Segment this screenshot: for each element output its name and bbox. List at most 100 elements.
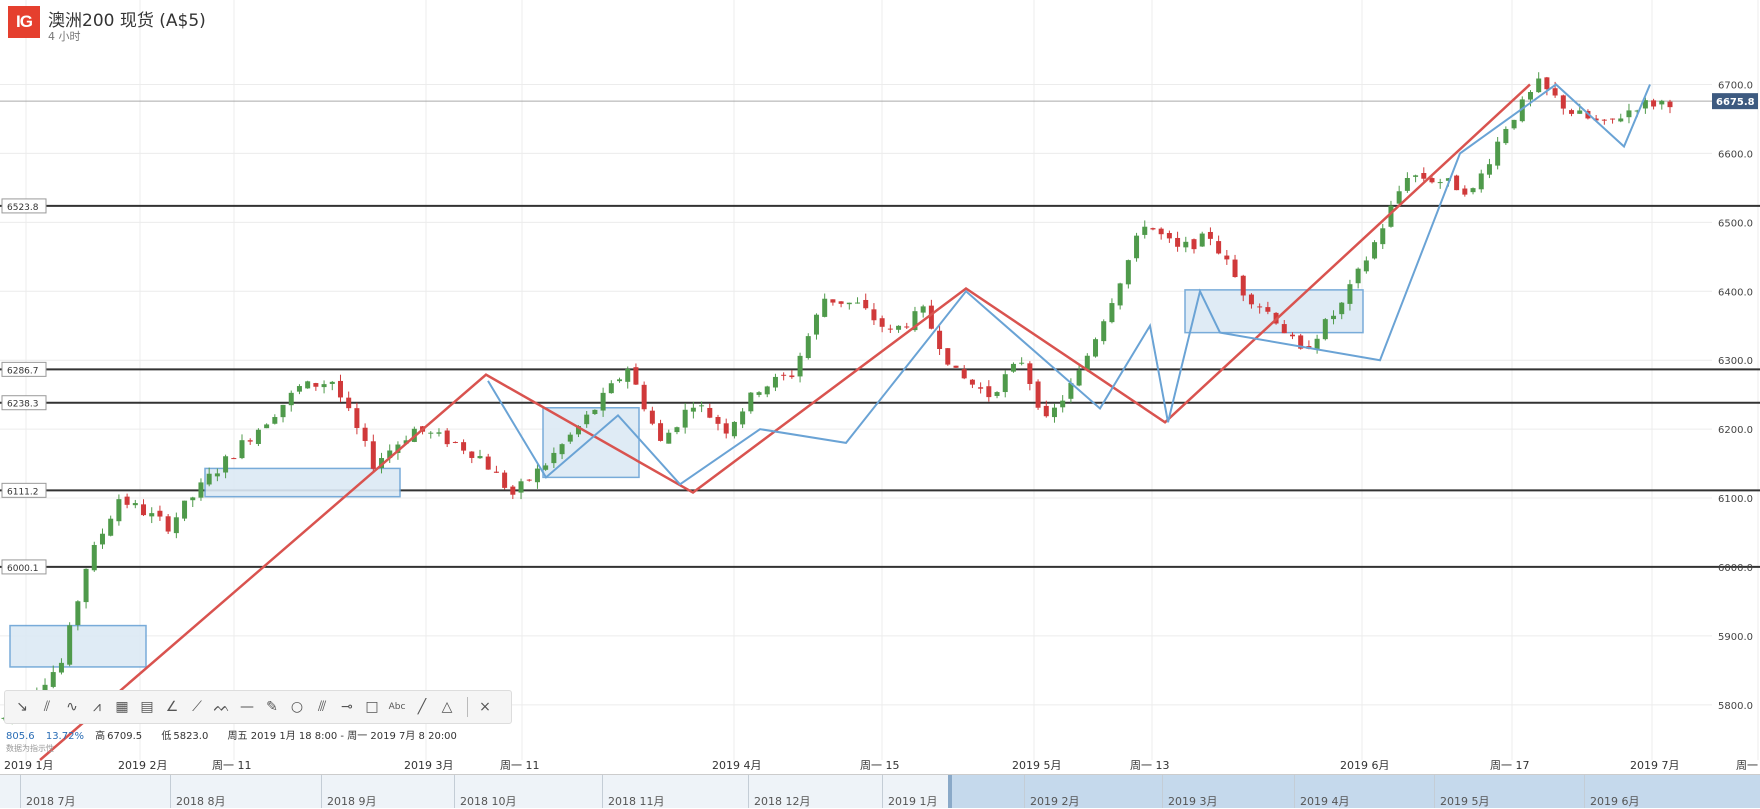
- candle-body: [288, 392, 294, 406]
- candle-body: [1454, 175, 1460, 191]
- candle-body: [1651, 100, 1657, 107]
- grid-icon[interactable]: ▦: [111, 696, 133, 718]
- candle-body: [362, 427, 368, 441]
- connect-icon[interactable]: ⊸: [336, 696, 358, 718]
- consolidation-box[interactable]: [1184, 289, 1364, 334]
- candlesticks: [1, 72, 1673, 725]
- candle-body: [764, 386, 770, 395]
- navigator-divider: [1294, 775, 1295, 808]
- candle-body: [346, 397, 352, 409]
- y-tick-label: 6600.0: [1718, 149, 1753, 160]
- circle-icon[interactable]: ○: [286, 696, 308, 718]
- support-resistance-levels[interactable]: 6523.8 6286.7 6238.3 6111.2 6000.1: [0, 198, 1760, 575]
- y-axis: 6700.0 6600.0 6500.0 6400.0 6300.0 6200.0 6100…: [1718, 80, 1753, 711]
- candle-body: [699, 405, 705, 407]
- text-abc-icon[interactable]: Abc: [386, 696, 408, 718]
- candle-body: [1577, 110, 1583, 114]
- candle-body: [1109, 303, 1115, 323]
- arrow-tool-icon[interactable]: ↘: [11, 696, 33, 718]
- angle-icon[interactable]: ∠: [161, 696, 183, 718]
- candle-body: [50, 672, 56, 687]
- candle-body: [945, 348, 951, 365]
- candle-body: [1331, 315, 1337, 320]
- navigator-divider: [602, 775, 603, 808]
- y-tick-label: 5900.0: [1718, 632, 1753, 643]
- parallel-lines-icon[interactable]: ⫽: [36, 696, 58, 718]
- candle-body: [1601, 119, 1607, 121]
- candle-body: [969, 379, 975, 385]
- candle-body: [206, 473, 212, 485]
- navigator-divider: [1434, 775, 1435, 808]
- candle-body: [1413, 175, 1419, 177]
- candle-body: [682, 409, 688, 428]
- candle-body: [937, 330, 943, 350]
- candle-body: [822, 298, 828, 317]
- candle-body: [83, 568, 89, 603]
- x-tick-label: 周一 8: [1736, 759, 1760, 770]
- level-label: 6111.2: [7, 487, 39, 497]
- candle-body: [132, 503, 138, 506]
- candle-body: [1503, 128, 1509, 144]
- candle-body: [1224, 255, 1230, 260]
- trend-icon[interactable]: ⟋: [186, 696, 208, 718]
- candle-body: [838, 301, 844, 304]
- stat-change-percent: 13.72%: [45, 731, 84, 742]
- fib-icon[interactable]: ▤: [136, 696, 158, 718]
- close-icon[interactable]: ×: [474, 696, 496, 718]
- candle-body: [813, 314, 819, 335]
- pitchfork-icon[interactable]: ⫻: [311, 696, 333, 718]
- pattern-icon[interactable]: ᨓ: [211, 696, 233, 718]
- candle-body: [1560, 95, 1566, 109]
- candle-body: [1158, 228, 1164, 235]
- triangle-icon[interactable]: △: [436, 696, 458, 718]
- price-chart[interactable]: 6523.8 6286.7 6238.3 6111.2 6000.1 6700.0 660…: [0, 0, 1760, 770]
- candle-body: [518, 481, 524, 493]
- level-label: 6238.3: [7, 400, 39, 410]
- candle-body: [666, 432, 672, 444]
- candle-body: [1043, 405, 1049, 417]
- candle-body: [1347, 284, 1353, 304]
- navigator-handle[interactable]: [948, 775, 952, 808]
- candle-body: [756, 392, 762, 395]
- candle-body: [1552, 88, 1558, 96]
- candle-body: [567, 434, 573, 442]
- line-icon[interactable]: ╱: [411, 696, 433, 718]
- y-tick-label: 6300.0: [1718, 356, 1753, 367]
- candle-body: [1166, 233, 1172, 239]
- interval-label[interactable]: 4 小时: [48, 28, 81, 44]
- x-tick-label: 周一 11: [212, 759, 252, 770]
- candle-body: [1207, 231, 1213, 239]
- y-tick-label: 6500.0: [1718, 218, 1753, 229]
- x-tick-label: 2019 1月: [4, 759, 54, 770]
- candle-body: [855, 302, 861, 304]
- consolidation-box[interactable]: [9, 624, 147, 668]
- time-navigator[interactable]: 2018 7月 2018 8月 2018 9月 2018 10月 2018 11月 201…: [0, 774, 1760, 808]
- navigator-divider: [321, 775, 322, 808]
- candle-body: [625, 368, 631, 382]
- candle-body: [1462, 188, 1468, 195]
- candle-body: [1404, 178, 1410, 191]
- trend-line-red[interactable]: [39, 83, 1531, 761]
- level-label: 6000.1: [7, 564, 39, 574]
- wave-icon[interactable]: ∿: [61, 696, 83, 718]
- candle-body: [608, 383, 614, 394]
- zigzag-icon[interactable]: ⩘: [86, 696, 108, 718]
- stat-low: 低 5823.0: [161, 731, 216, 742]
- hline-icon[interactable]: —: [236, 696, 258, 718]
- ruler-icon[interactable]: ✎: [261, 696, 283, 718]
- high-label: 高: [95, 731, 106, 742]
- rect-icon[interactable]: □: [361, 696, 383, 718]
- candle-body: [1429, 178, 1435, 183]
- candle-body: [231, 458, 237, 460]
- candle-body: [264, 424, 270, 429]
- drawing-toolbar: ↘ ⫽ ∿ ⩘ ▦ ▤ ∠ ⟋ ᨓ — ✎ ○ ⫻ ⊸ □ Abc ╱ △ ×: [4, 690, 512, 724]
- y-tick-label: 6400.0: [1718, 287, 1753, 298]
- candle-body: [198, 482, 204, 498]
- navigator-divider: [170, 775, 171, 808]
- current-price-tag-text: 6675.8: [1716, 97, 1755, 108]
- candle-body: [428, 432, 434, 434]
- candle-body: [846, 302, 852, 305]
- candle-body: [551, 452, 557, 464]
- candle-body: [182, 500, 188, 519]
- candle-body: [731, 421, 737, 437]
